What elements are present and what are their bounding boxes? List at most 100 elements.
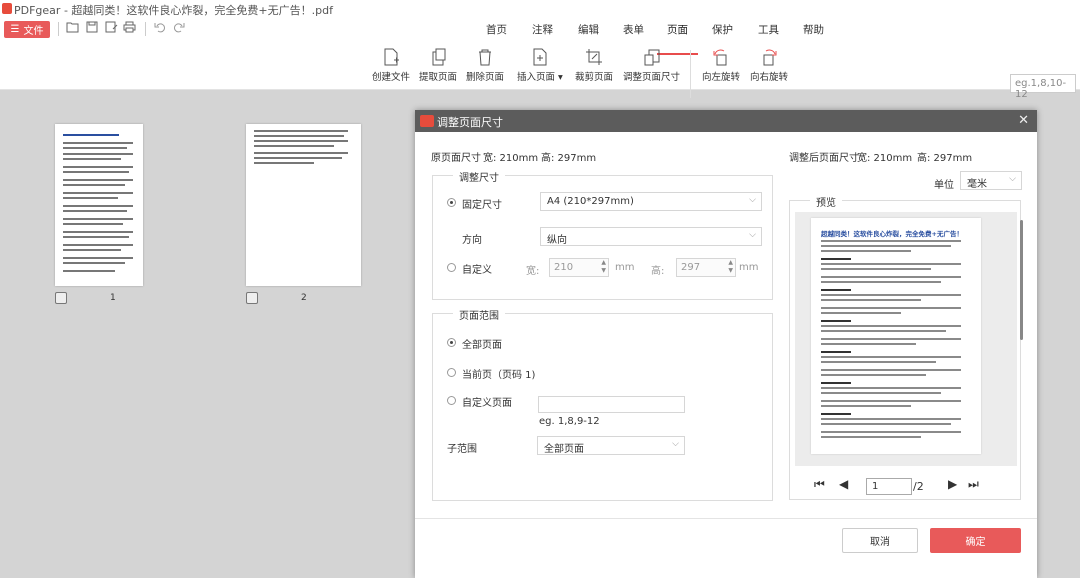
rotate-left-icon	[713, 49, 727, 66]
subrange-label: 子范围	[447, 444, 477, 455]
custom-pages-label: 自定义页面	[462, 398, 512, 409]
pdfgear-logo-icon	[420, 115, 434, 127]
current-page-radio[interactable]	[447, 368, 456, 377]
custom-size-radio[interactable]	[447, 263, 456, 272]
preview-page-input[interactable]: 1	[866, 478, 912, 495]
subrange-select[interactable]: 全部页面 ⌵	[537, 436, 685, 455]
page-1-number: 1	[110, 293, 116, 303]
create-file-button[interactable]: 创建文件	[372, 48, 410, 83]
dialog-title: 调整页面尺寸	[437, 116, 503, 129]
window-title: PDFgear - 超越同类！这软件良心炸裂，完全免费+无广告！.pdf	[14, 4, 333, 17]
orientation-select[interactable]: 纵向 ⌵	[540, 227, 762, 246]
width-stepper[interactable]: 210 ▲ ▼	[549, 258, 609, 277]
resize-group-legend: 调整尺寸	[453, 169, 505, 184]
tab-help[interactable]: 帮助	[803, 22, 824, 37]
create-file-icon	[384, 48, 399, 66]
divider	[145, 22, 146, 36]
cancel-button[interactable]: 取消	[842, 528, 918, 553]
unit-label: 单位	[934, 180, 954, 191]
close-icon[interactable]: ✕	[1018, 113, 1029, 128]
preview-total-pages: /2	[913, 480, 924, 493]
preview-legend: 预览	[810, 194, 842, 209]
fixed-size-label: 固定尺寸	[462, 200, 502, 211]
height-stepper[interactable]: 297 ▲ ▼	[676, 258, 736, 277]
redo-icon[interactable]	[173, 21, 185, 36]
ribbon-toolbar: ☰ 文件 首页 注释 编辑 表单 页面 保护 工具 帮助 创建文件 提取页面 删…	[0, 18, 1080, 100]
crop-page-button[interactable]: 裁剪页面	[575, 48, 613, 83]
rotate-right-icon	[763, 49, 777, 66]
rotate-right-button[interactable]: 向右旋转	[750, 48, 788, 83]
unit-select[interactable]: 毫米 ⌵	[960, 171, 1022, 190]
insert-page-icon	[533, 48, 547, 66]
fixed-size-select[interactable]: A4 (210*297mm) ⌵	[540, 192, 762, 211]
open-folder-icon[interactable]	[66, 21, 80, 36]
page-1-checkbox[interactable]	[55, 292, 67, 304]
tab-annotate[interactable]: 注释	[532, 22, 553, 37]
orientation-label: 方向	[462, 235, 482, 246]
save-icon[interactable]	[86, 21, 98, 36]
tab-tools[interactable]: 工具	[758, 22, 779, 37]
preview-scrollbar[interactable]	[1020, 220, 1023, 340]
height-unit: mm	[739, 262, 759, 273]
current-page-label: 当前页（页码 1)	[462, 370, 536, 381]
page-range-input[interactable]: eg.1,8,10-12	[1010, 74, 1076, 100]
divider	[415, 518, 1037, 519]
divider	[58, 22, 59, 36]
tab-protect[interactable]: 保护	[712, 22, 733, 37]
save-as-icon[interactable]	[105, 21, 118, 36]
extract-pages-icon	[432, 48, 446, 66]
pdfgear-logo-icon	[2, 3, 12, 14]
page-2-number: 2	[301, 293, 307, 303]
chevron-down-icon: ⌵	[1009, 174, 1016, 184]
stepper-arrows-icon: ▲ ▼	[728, 259, 733, 274]
tab-form[interactable]: 表单	[623, 22, 644, 37]
custom-pages-input[interactable]	[538, 396, 685, 413]
first-page-icon[interactable]: ⏮	[814, 477, 825, 492]
custom-size-label: 自定义	[462, 265, 492, 276]
original-size-label: 原页面尺寸	[431, 153, 481, 164]
undo-icon[interactable]	[154, 21, 166, 36]
ok-button[interactable]: 确定	[930, 528, 1021, 553]
extract-pages-button[interactable]: 提取页面	[419, 48, 457, 83]
insert-page-button[interactable]: 插入页面 ▾	[517, 48, 563, 83]
preview-page: 超越同类！这软件良心炸裂，完全免费+无广告！	[811, 218, 981, 454]
adjusted-width: 宽: 210mm	[857, 153, 913, 164]
tab-home[interactable]: 首页	[486, 22, 507, 37]
dialog-header: 调整页面尺寸 ✕	[415, 110, 1037, 132]
all-pages-radio[interactable]	[447, 338, 456, 347]
title-bar: PDFgear - 超越同类！这软件良心炸裂，完全免费+无广告！.pdf	[0, 0, 1080, 18]
file-menu-button[interactable]: ☰ 文件	[4, 21, 50, 38]
rotate-left-button[interactable]: 向左旋转	[702, 48, 740, 83]
chevron-down-icon: ⌵	[749, 230, 756, 240]
tab-page[interactable]: 页面	[667, 22, 688, 37]
width-unit: mm	[615, 262, 635, 273]
print-icon[interactable]	[123, 21, 136, 36]
original-width: 宽: 210mm	[483, 153, 539, 164]
chevron-down-icon: ⌵	[672, 439, 679, 449]
adjusted-size-label: 调整后页面尺寸	[789, 153, 859, 164]
resize-page-icon	[644, 49, 659, 66]
crop-page-icon	[586, 49, 602, 65]
resize-page-button[interactable]: 调整页面尺寸	[623, 48, 680, 83]
previous-page-icon[interactable]: ◀	[839, 477, 848, 491]
tab-edit[interactable]: 编辑	[578, 22, 599, 37]
chevron-down-icon: ⌵	[749, 195, 756, 205]
page-thumbnail-1[interactable]	[55, 124, 143, 286]
next-page-icon[interactable]: ▶	[948, 477, 957, 491]
fixed-size-radio[interactable]	[447, 198, 456, 207]
hamburger-icon: ☰	[10, 24, 20, 35]
page-range-legend: 页面范围	[453, 307, 505, 322]
custom-pages-radio[interactable]	[447, 396, 456, 405]
page-thumbnail-2[interactable]	[246, 124, 361, 286]
adjusted-height: 高: 297mm	[917, 153, 973, 164]
divider	[690, 50, 691, 98]
custom-pages-hint: eg. 1,8,9-12	[539, 416, 600, 427]
chevron-down-icon: ▾	[558, 72, 563, 83]
all-pages-label: 全部页面	[462, 340, 502, 351]
delete-pages-button[interactable]: 删除页面	[466, 48, 504, 83]
delete-pages-icon	[479, 49, 491, 66]
page-2-checkbox[interactable]	[246, 292, 258, 304]
preview-page-title: 超越同类！这软件良心炸裂，完全免费+无广告！	[821, 230, 963, 238]
last-page-icon[interactable]: ⏭	[968, 477, 979, 492]
width-label: 宽:	[526, 266, 540, 277]
